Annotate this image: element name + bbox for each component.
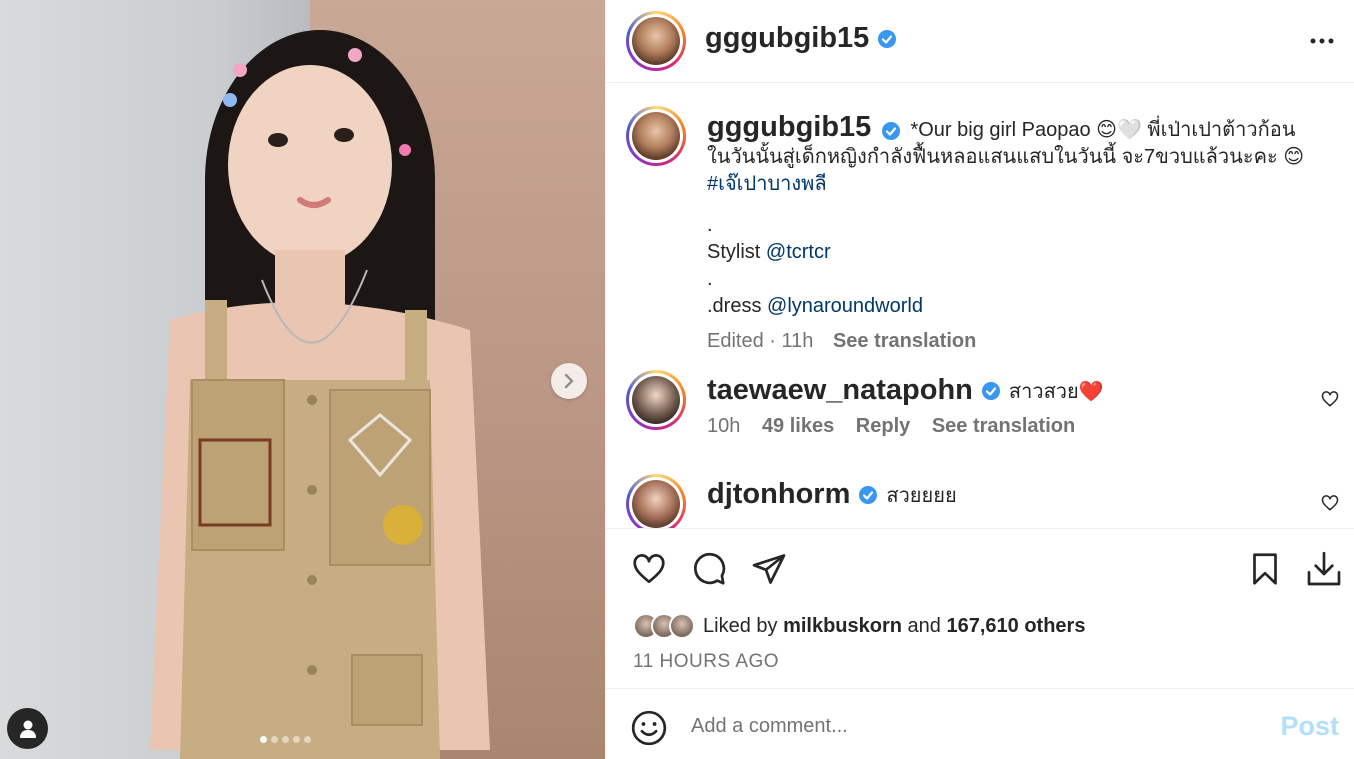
emoji-smile-icon <box>631 710 667 746</box>
post-comment-button[interactable]: Post <box>1280 711 1339 742</box>
stylist-mention[interactable]: @tcrtcr <box>766 241 831 263</box>
comment-bubble-icon <box>694 552 726 585</box>
carousel-indicator <box>260 736 311 743</box>
dress-mention[interactable]: @lynaroundworld <box>767 295 923 317</box>
post-timestamp[interactable]: 11 HOURS AGO <box>633 651 779 673</box>
post-actions: Liked by milkbuskorn and 167,610 others … <box>606 528 1354 688</box>
reply-button[interactable]: Reply <box>856 415 910 437</box>
carousel-dot <box>304 736 311 743</box>
stylist-label: Stylist <box>707 241 766 263</box>
download-button[interactable] <box>1304 549 1344 594</box>
tagged-users-button[interactable] <box>7 708 48 749</box>
caption-dot: . <box>707 214 713 236</box>
more-options-button[interactable] <box>1309 26 1335 61</box>
heart-icon <box>633 554 665 584</box>
bookmark-icon <box>1253 553 1277 585</box>
comments-list[interactable]: gggubgib15 *Our big girl Paopao 😊🤍 พี่เป… <box>606 84 1354 528</box>
more-horizontal-icon <box>1310 38 1334 44</box>
photo-subject-illustration <box>150 30 490 759</box>
add-comment-bar: Post <box>606 688 1354 759</box>
share-button[interactable] <box>750 551 788 592</box>
like-button[interactable] <box>630 551 668 592</box>
user-icon <box>19 720 36 738</box>
see-translation-button[interactable]: See translation <box>932 415 1075 437</box>
post-media[interactable] <box>0 0 605 759</box>
caption-dot: . <box>707 268 713 290</box>
commenter-avatar[interactable] <box>626 370 686 430</box>
like-comment-button[interactable] <box>1321 390 1339 413</box>
carousel-dot <box>271 736 278 743</box>
save-button[interactable] <box>1246 551 1284 592</box>
carousel-next-button[interactable] <box>551 363 587 399</box>
heart-icon <box>1321 495 1339 511</box>
comment-item: taewaew_natapohn สาวสวย❤️ 10h 49 likes R… <box>707 374 1297 438</box>
post-caption: gggubgib15 *Our big girl Paopao 😊🤍 พี่เป… <box>707 111 1307 355</box>
download-icon <box>1307 551 1341 586</box>
post-details-panel: gggubgib15 gggubgib15 *Our big girl Paop… <box>605 0 1354 759</box>
like-comment-button[interactable] <box>1321 494 1339 517</box>
caption-author-avatar[interactable] <box>626 106 686 166</box>
caption-edited-time: Edited · 11h <box>707 330 814 352</box>
heart-icon <box>1321 391 1339 407</box>
comment-username[interactable]: taewaew_natapohn <box>707 374 973 407</box>
comment-button[interactable] <box>690 551 728 592</box>
verified-badge-icon <box>981 381 1000 400</box>
author-username[interactable]: gggubgib15 <box>705 22 869 55</box>
liker-avatars <box>633 613 695 639</box>
liker-username[interactable]: milkbuskorn <box>783 615 902 637</box>
see-translation-button[interactable]: See translation <box>833 330 976 352</box>
verified-badge-icon <box>881 121 900 140</box>
carousel-dot <box>260 736 267 743</box>
verified-badge-icon <box>859 485 878 504</box>
comment-item: djtonhorm สวยยยย <box>707 478 1297 511</box>
likes-text: Liked by milkbuskorn and 167,610 others <box>703 614 1086 637</box>
comment-time: 10h <box>707 415 741 437</box>
likes-count[interactable]: 167,610 others <box>946 615 1085 637</box>
carousel-dot <box>282 736 289 743</box>
dress-label: .dress <box>707 295 768 317</box>
chevron-right-icon <box>564 373 574 389</box>
caption-username[interactable]: gggubgib15 <box>707 111 871 143</box>
author-avatar[interactable] <box>626 11 686 71</box>
carousel-dot <box>293 736 300 743</box>
comment-text: สาวสวย❤️ <box>1008 380 1104 403</box>
commenter-avatar[interactable] <box>626 474 686 528</box>
post-photo <box>0 0 605 759</box>
post-header: gggubgib15 <box>606 0 1354 83</box>
comment-likes[interactable]: 49 likes <box>762 415 834 437</box>
comment-input[interactable] <box>691 711 1251 741</box>
send-icon <box>752 554 786 584</box>
comment-text: สวยยยย <box>886 484 957 507</box>
emoji-button[interactable] <box>630 709 668 752</box>
verified-badge-icon <box>878 29 897 48</box>
caption-hashtag[interactable]: #เจ๊เปาบางพลี <box>707 173 827 195</box>
comment-username[interactable]: djtonhorm <box>707 478 850 511</box>
likes-summary[interactable]: Liked by milkbuskorn and 167,610 others <box>633 613 1085 639</box>
